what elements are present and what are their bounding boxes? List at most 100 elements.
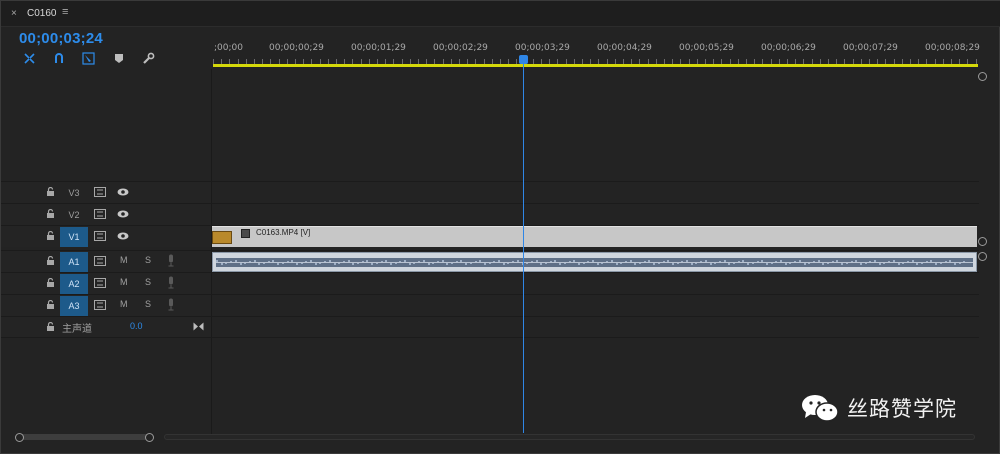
track-v3: V3 — [1, 181, 979, 203]
playhead-timecode[interactable]: 00;00;03;24 — [19, 30, 103, 47]
watermark: 丝路赞学院 — [801, 393, 957, 423]
playhead-handle[interactable] — [519, 55, 528, 64]
waveform-sample — [953, 263, 956, 265]
waveform-sample — [371, 263, 374, 265]
waveform-sample — [728, 263, 731, 265]
waveform-sample — [615, 263, 618, 265]
voiceover-mic-icon[interactable] — [167, 298, 175, 311]
vertical-zoom-handle-bottom[interactable] — [978, 237, 987, 246]
scrollbar-track[interactable] — [164, 434, 975, 440]
eye-icon[interactable] — [117, 210, 129, 218]
playhead-line[interactable] — [523, 61, 524, 433]
audio-zoom-handle[interactable] — [978, 252, 987, 261]
linked-selection-icon[interactable] — [80, 50, 96, 66]
waveform-sample — [841, 263, 844, 265]
lock-icon[interactable] — [46, 300, 55, 310]
clip-name: C0163.MP4 [V] — [256, 228, 311, 237]
waveform-sample — [220, 263, 223, 265]
scroll-zoom-handle-right[interactable] — [145, 433, 154, 442]
track-header-v2: V2 — [1, 204, 211, 225]
work-area-bar[interactable] — [213, 64, 978, 67]
horizontal-scrollbar[interactable] — [15, 432, 977, 443]
voiceover-mic-icon[interactable] — [167, 276, 175, 289]
lock-icon[interactable] — [46, 187, 55, 197]
track-header-a2: A2 M S — [1, 273, 211, 294]
mute-button[interactable]: M — [120, 299, 128, 309]
audio-level-line — [216, 262, 973, 263]
eye-icon[interactable] — [117, 232, 129, 240]
track-v2: V2 — [1, 203, 979, 225]
lock-icon[interactable] — [46, 322, 55, 332]
lock-icon[interactable] — [46, 256, 55, 266]
lock-icon[interactable] — [46, 231, 55, 241]
clip-thumbnail — [212, 231, 232, 244]
panel-tab-bar: × C0160 ≡ — [1, 1, 1000, 27]
insert-nest-icon[interactable] — [21, 50, 37, 66]
track-target-a2[interactable]: A2 — [60, 274, 88, 294]
mute-button[interactable]: M — [120, 277, 128, 287]
fx-badge-icon — [241, 229, 250, 238]
ruler-label: 00;00;02;29 — [433, 43, 488, 53]
sync-lock-icon[interactable] — [94, 256, 106, 266]
add-marker-icon[interactable] — [111, 50, 127, 66]
waveform-sample — [784, 263, 787, 265]
ruler-label: 00;00;03;29 — [515, 43, 570, 53]
track-master: 主声道 0.0 — [1, 316, 979, 338]
waveform-sample — [352, 263, 355, 265]
track-target-a3[interactable]: A3 — [60, 296, 88, 316]
master-volume-value[interactable]: 0.0 — [130, 321, 143, 331]
scroll-zoom-handle-left[interactable] — [15, 433, 24, 442]
voiceover-mic-icon[interactable] — [167, 254, 175, 267]
snap-magnet-icon[interactable] — [51, 50, 67, 66]
sync-lock-icon[interactable] — [94, 278, 106, 288]
go-to-in-out-icon[interactable] — [193, 322, 204, 331]
track-a2: A2 M S — [1, 272, 979, 294]
track-a3: A3 M S — [1, 294, 979, 316]
mute-button[interactable]: M — [120, 255, 128, 265]
sync-lock-icon[interactable] — [94, 231, 106, 241]
video-clip[interactable]: C0163.MP4 [V] — [212, 226, 977, 247]
vertical-zoom-handle-top[interactable] — [978, 72, 987, 81]
waveform-sample — [859, 263, 862, 265]
sync-lock-icon[interactable] — [94, 187, 106, 197]
track-target-v3[interactable]: V3 — [60, 183, 88, 203]
track-target-a1[interactable]: A1 — [60, 252, 88, 272]
lock-icon[interactable] — [46, 209, 55, 219]
time-ruler[interactable]: ;00;00 00;00;00;29 00;00;01;29 00;00;02;… — [211, 27, 981, 69]
waveform-sample — [803, 263, 806, 265]
lock-icon[interactable] — [46, 278, 55, 288]
track-target-v2[interactable]: V2 — [60, 205, 88, 225]
waveform-sample — [653, 263, 656, 265]
waveform-sample — [690, 263, 693, 265]
panel-menu-icon[interactable]: ≡ — [62, 6, 68, 18]
solo-button[interactable]: S — [145, 277, 151, 287]
track-target-v1[interactable]: V1 — [60, 227, 88, 247]
waveform-sample — [765, 263, 768, 265]
wechat-logo-icon — [802, 395, 839, 422]
track-header-master: 主声道 0.0 — [1, 317, 211, 337]
ruler-label: 00;00;06;29 — [761, 43, 816, 53]
solo-button[interactable]: S — [145, 299, 151, 309]
waveform-sample — [671, 263, 674, 265]
sync-lock-icon[interactable] — [94, 209, 106, 219]
waveform-sample — [389, 263, 392, 265]
audio-clip[interactable] — [212, 252, 977, 272]
sync-lock-icon[interactable] — [94, 300, 106, 310]
waveform-sample — [709, 263, 712, 265]
sequence-tab-title[interactable]: C0160 — [27, 8, 56, 19]
waveform-sample — [559, 263, 562, 265]
tab-close-button[interactable]: × — [11, 8, 17, 19]
ruler-label: 00;00;07;29 — [843, 43, 898, 53]
track-header-v3: V3 — [1, 182, 211, 203]
eye-icon[interactable] — [117, 188, 129, 196]
waveform-sample — [295, 263, 298, 265]
waveform-sample — [747, 263, 750, 265]
ruler-label: 00;00;05;29 — [679, 43, 734, 53]
ruler-label: 00;00;04;29 — [597, 43, 652, 53]
settings-wrench-icon[interactable] — [140, 50, 156, 66]
watermark-text: 丝路赞学院 — [847, 397, 957, 421]
scrollbar-thumb[interactable] — [19, 434, 152, 440]
solo-button[interactable]: S — [145, 255, 151, 265]
waveform-sample — [277, 263, 280, 265]
waveform-sample — [427, 263, 430, 265]
